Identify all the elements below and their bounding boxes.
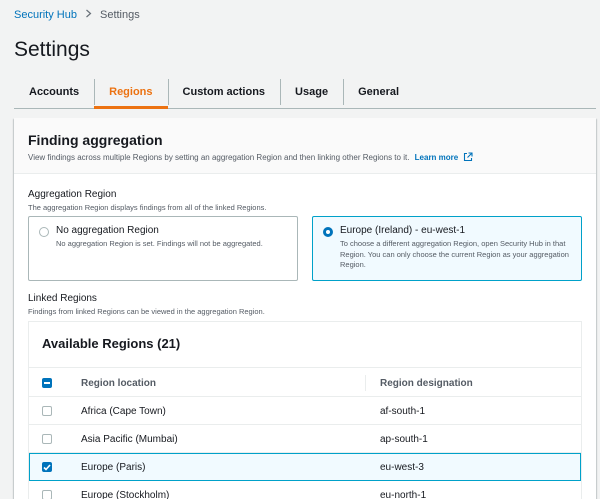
learn-more-link[interactable]: Learn more — [415, 153, 459, 162]
tab-list: Accounts Regions Custom actions Usage Ge… — [14, 76, 596, 109]
aggregation-region-label: Aggregation Region — [28, 189, 117, 200]
no-aggregation-region-tile[interactable]: No aggregation Region No aggregation Reg… — [28, 216, 298, 281]
finding-aggregation-panel: Finding aggregation View findings across… — [14, 118, 596, 499]
europe-ireland-region-radio[interactable] — [323, 227, 333, 237]
tab-accounts[interactable]: Accounts — [14, 76, 94, 108]
tab-general[interactable]: General — [343, 76, 414, 108]
region-location-cell: Europe (Stockholm) — [81, 489, 170, 499]
europe-ireland-region-title: Europe (Ireland) - eu-west-1 — [340, 225, 466, 236]
no-aggregation-region-description: No aggregation Region is set. Findings w… — [56, 239, 263, 248]
table-row[interactable]: Europe (Stockholm) eu-north-1 — [29, 481, 581, 499]
linked-regions-label: Linked Regions — [28, 293, 97, 304]
region-designation-cell: ap-south-1 — [380, 433, 428, 445]
region-location-cell: Asia Pacific (Mumbai) — [81, 433, 178, 445]
minus-icon — [44, 382, 50, 384]
column-header-region-designation[interactable]: Region designation — [380, 368, 473, 398]
europe-ireland-region-tile[interactable]: Europe (Ireland) - eu-west-1 To choose a… — [312, 216, 582, 281]
tab-custom-actions[interactable]: Custom actions — [167, 76, 281, 108]
breadcrumb-security-hub-link[interactable]: Security Hub — [14, 9, 77, 21]
select-all-checkbox[interactable] — [42, 378, 52, 388]
aggregation-region-description: The aggregation Region displays findings… — [28, 203, 267, 212]
breadcrumb-current: Settings — [99, 9, 140, 21]
linked-regions-description: Findings from linked Regions can be view… — [28, 307, 265, 316]
no-aggregation-region-radio[interactable] — [39, 227, 49, 237]
column-header-region-location[interactable]: Region location — [81, 368, 156, 398]
row-checkbox[interactable] — [42, 462, 52, 472]
breadcrumb: Security Hub Settings — [14, 9, 140, 21]
table-header: Region location Region designation — [29, 367, 581, 397]
row-checkbox[interactable] — [42, 434, 52, 444]
region-designation-cell: af-south-1 — [380, 405, 426, 417]
available-regions-table: Available Regions (21) Region location R… — [28, 321, 582, 499]
tab-usage[interactable]: Usage — [280, 76, 343, 108]
region-location-cell: Africa (Cape Town) — [81, 405, 166, 417]
no-aggregation-region-title: No aggregation Region — [56, 225, 159, 236]
column-divider — [365, 375, 366, 391]
row-checkbox[interactable] — [42, 490, 52, 499]
table-title: Available Regions (21) — [42, 336, 181, 351]
table-row[interactable]: Europe (Paris) eu-west-3 — [29, 453, 581, 481]
panel-header: Finding aggregation View findings across… — [14, 118, 596, 174]
page-title: Settings — [14, 38, 90, 61]
region-designation-cell: eu-north-1 — [380, 489, 427, 499]
region-location-cell: Europe (Paris) — [81, 461, 146, 473]
check-icon — [43, 463, 51, 471]
table-row[interactable]: Asia Pacific (Mumbai) ap-south-1 — [29, 425, 581, 453]
region-designation-cell: eu-west-3 — [380, 461, 424, 473]
tab-regions[interactable]: Regions — [94, 76, 168, 109]
finding-aggregation-description: View findings across multiple Regions by… — [28, 152, 474, 164]
finding-aggregation-description-text: View findings across multiple Regions by… — [28, 153, 410, 162]
finding-aggregation-title: Finding aggregation — [28, 132, 163, 148]
table-row[interactable]: Africa (Cape Town) af-south-1 — [29, 397, 581, 425]
row-checkbox[interactable] — [42, 406, 52, 416]
europe-ireland-region-description: To choose a different aggregation Region… — [340, 239, 569, 269]
chevron-right-icon — [85, 9, 92, 21]
external-link-icon[interactable] — [463, 152, 474, 164]
